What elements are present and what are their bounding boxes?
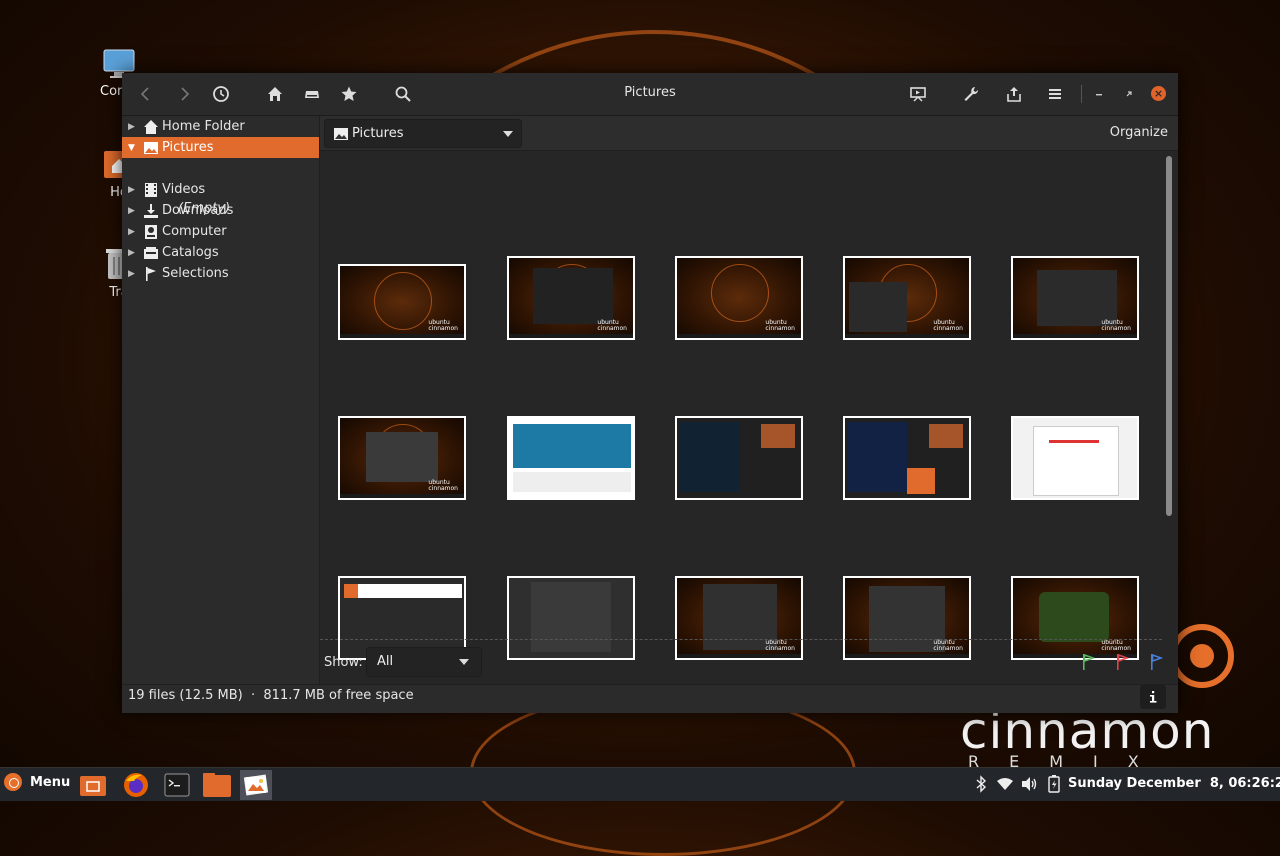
- chevron-down-icon: [503, 131, 513, 137]
- slideshow-button[interactable]: [905, 81, 931, 107]
- slideshow-icon: [910, 87, 926, 102]
- thumbnail-item[interactable]: ubuntu cinnamon: [1011, 256, 1139, 340]
- sidebar-item-label: Home Folder: [162, 119, 245, 134]
- cinnamon-logo-icon: [1170, 624, 1234, 688]
- red-flag-icon[interactable]: [1114, 653, 1130, 671]
- pictures-icon: [333, 126, 349, 142]
- catalog-icon: [143, 245, 159, 261]
- location-label: Pictures: [352, 126, 404, 141]
- expander-right-icon[interactable]: ▶: [128, 122, 138, 132]
- thumbnail-item[interactable]: ubuntu cinnamon: [507, 256, 635, 340]
- close-button[interactable]: ×: [1151, 86, 1166, 101]
- download-icon: [143, 203, 159, 219]
- headerbar-separator: [1081, 85, 1082, 103]
- organize-button[interactable]: Organize: [1110, 125, 1168, 140]
- share-button[interactable]: [1001, 81, 1027, 107]
- thumbnail-item[interactable]: [675, 416, 803, 500]
- share-export-icon: [1007, 87, 1021, 102]
- status-text: 19 files (12.5 MB) · 811.7 MB of free sp…: [128, 688, 414, 703]
- thumbnail-item[interactable]: ubuntu cinnamon: [843, 256, 971, 340]
- show-filter-dropdown[interactable]: All: [366, 647, 482, 677]
- sidebar-item-label: Downloads: [162, 203, 234, 218]
- sidebar-item-selections[interactable]: ▶ Selections: [122, 263, 319, 284]
- location-dropdown[interactable]: Pictures: [324, 119, 522, 148]
- green-flag-icon[interactable]: [1080, 653, 1096, 671]
- sidebar-item-home-folder[interactable]: ▶ Home Folder: [122, 116, 319, 137]
- filter-bar: Show: All: [320, 643, 1178, 683]
- sidebar-item-catalogs[interactable]: ▶ Catalogs: [122, 242, 319, 263]
- expander-right-icon[interactable]: ▶: [128, 248, 138, 258]
- film-icon: [143, 182, 159, 198]
- menu-button[interactable]: Menu: [4, 773, 70, 791]
- properties-button[interactable]: [1140, 685, 1166, 709]
- info-icon: [1150, 691, 1157, 703]
- headerbar: Pictures ×: [122, 73, 1178, 116]
- show-filter-value: All: [377, 654, 394, 669]
- network-wifi-icon[interactable]: [996, 774, 1014, 794]
- status-bar: 19 files (12.5 MB) · 811.7 MB of free sp…: [122, 684, 1178, 713]
- thumbnail-grid: ubuntu cinnamon ubuntu cinnamon ubuntu cinn…: [320, 151, 1162, 660]
- taskbar-panel: Menu Sunday December 8, 06:26:28: [0, 767, 1280, 801]
- image-viewer-icon: [243, 774, 269, 796]
- firefox-icon: [124, 773, 148, 797]
- folder-icon: [203, 773, 231, 797]
- expander-right-icon[interactable]: ▶: [128, 206, 138, 216]
- taskbar-launcher-firefox[interactable]: [120, 770, 152, 800]
- taskbar-launcher-terminal[interactable]: [161, 770, 193, 800]
- thumbnail-item[interactable]: ubuntu cinnamon: [338, 264, 466, 340]
- sidebar-item-videos[interactable]: ▶ Videos: [122, 179, 319, 200]
- restore-icon: [1126, 91, 1132, 97]
- expander-right-icon[interactable]: ▶: [128, 227, 138, 237]
- thumbnail-item[interactable]: ubuntu cinnamon: [338, 416, 466, 500]
- sidebar-item-pictures[interactable]: ▼ Pictures: [122, 137, 319, 158]
- terminal-icon: [164, 773, 190, 797]
- sidebar-item-label: Catalogs: [162, 245, 219, 260]
- expander-right-icon[interactable]: ▶: [128, 269, 138, 279]
- main-menu-button[interactable]: [1042, 81, 1068, 107]
- thumbnail-item[interactable]: [507, 416, 635, 500]
- flag-icon: [143, 266, 159, 282]
- vertical-scrollbar[interactable]: [1165, 156, 1173, 626]
- sidebar-item-label: Videos: [162, 182, 206, 197]
- bluetooth-icon[interactable]: [972, 774, 990, 794]
- tools-button[interactable]: [958, 81, 984, 107]
- taskbar-window-files[interactable]: [201, 770, 233, 800]
- sidebar-item-label: Pictures: [162, 140, 214, 155]
- sidebar-item-label: Selections: [162, 266, 229, 281]
- minimize-button[interactable]: [1086, 81, 1112, 107]
- expander-right-icon[interactable]: ▶: [128, 185, 138, 195]
- cinnamon-logo-icon: [4, 773, 22, 791]
- blue-flag-icon[interactable]: [1148, 653, 1164, 671]
- pictures-icon: [143, 140, 159, 156]
- thumbnail-item[interactable]: [843, 416, 971, 500]
- expander-down-icon[interactable]: ▼: [128, 143, 138, 153]
- show-label: Show:: [324, 655, 363, 670]
- folder-icon: [80, 776, 106, 796]
- clock[interactable]: Sunday December 8, 06:26:28: [1068, 776, 1280, 791]
- sidebar: ▶ Home Folder ▼ Pictures (Empty) ▶ Video…: [122, 116, 320, 684]
- grid-divider: [320, 639, 1162, 640]
- chevron-down-icon: [459, 659, 469, 665]
- close-icon: ×: [1153, 87, 1164, 100]
- taskbar-launcher-files[interactable]: [77, 770, 109, 800]
- location-bar: Pictures Organize: [320, 116, 1178, 151]
- battery-charging-icon[interactable]: [1045, 774, 1063, 794]
- sidebar-item-label: Computer: [162, 224, 227, 239]
- gthumb-window: Pictures × ▶ Home Folder ▼ Pictures (Emp…: [122, 73, 1178, 713]
- volume-icon[interactable]: [1020, 774, 1038, 794]
- sidebar-item-downloads[interactable]: ▶ Downloads: [122, 200, 319, 221]
- menu-label: Menu: [30, 774, 71, 790]
- scrollbar-thumb[interactable]: [1166, 156, 1172, 516]
- taskbar-window-gthumb[interactable]: [240, 770, 272, 800]
- sidebar-item-computer[interactable]: ▶ Computer: [122, 221, 319, 242]
- tools-wrench-icon: [964, 87, 979, 101]
- minimize-icon: [1096, 94, 1102, 96]
- browser-area: Pictures Organize ubuntu cinnamon ubuntu c…: [320, 116, 1178, 684]
- thumbnail-item[interactable]: [1011, 416, 1139, 500]
- computer-icon: [143, 224, 159, 240]
- restore-button[interactable]: [1116, 81, 1142, 107]
- thumbnail-item[interactable]: ubuntu cinnamon: [675, 256, 803, 340]
- home-icon: [143, 119, 159, 135]
- menu-hamburger-icon: [1049, 89, 1061, 99]
